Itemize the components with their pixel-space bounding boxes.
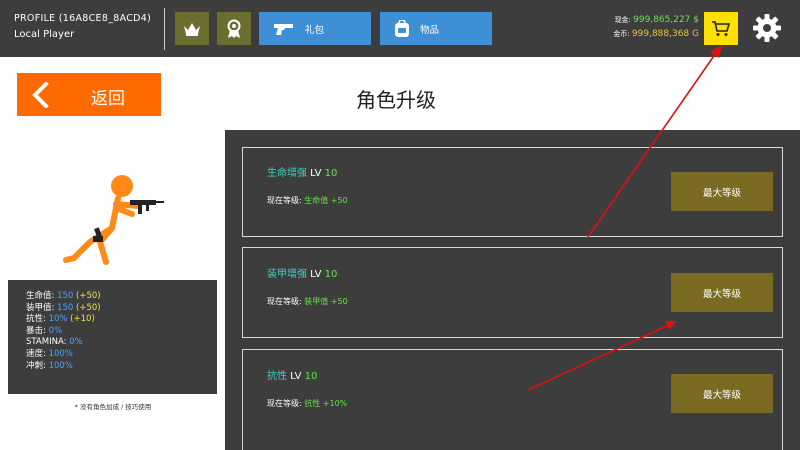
upgrade-desc: 现在等级: 装甲值 +50 (267, 297, 348, 306)
pistol-icon (274, 23, 293, 35)
upgrade-card-resistance: 抗性 LV 10 现在等级: 抗性 +10% 最大等级 (242, 349, 783, 450)
stats-panel: 生命值: 150 (+50) 装甲值: 150 (+50) 抗性: 10% (+… (8, 280, 217, 394)
upgrade-title: 抗性 LV 10 (267, 371, 318, 382)
backpack-icon (395, 19, 409, 37)
top-bar: PROFILE (16A8CE8_8ACD4) Local Player 礼包 (0, 0, 800, 57)
character-preview (63, 175, 164, 265)
page-title: 角色升级 (356, 88, 436, 112)
stat-row: 装甲值: 150 (+50) (26, 302, 101, 313)
cart-icon (712, 20, 730, 36)
stat-row: STAMINA: 0% (26, 337, 83, 348)
items-label: 物品 (420, 24, 440, 36)
gear-icon (753, 14, 781, 42)
stat-row: 生命值: 150 (+50) (26, 291, 101, 301)
achievements-button[interactable] (217, 12, 251, 45)
upgrade-list[interactable]: 生命增强 LV 10 现在等级: 生命值 +50 最大等级 装甲增强 LV 10… (225, 130, 800, 450)
player-name: Local Player (14, 29, 75, 40)
shop-cart-button[interactable] (704, 12, 738, 45)
crown-icon (184, 22, 200, 36)
back-button[interactable]: 返回 (17, 73, 161, 116)
cash-value: 999,865,227 $ (633, 15, 699, 25)
character-head (111, 175, 133, 197)
gold-label: 金币: (613, 30, 630, 38)
upgrade-desc: 现在等级: 生命值 +50 (267, 196, 348, 205)
max-level-button[interactable]: 最大等级 (671, 273, 773, 312)
gift-label: 礼包 (305, 24, 325, 36)
back-label: 返回 (91, 89, 125, 109)
cash-display: 现金: 999,865,227 $ (615, 15, 699, 25)
settings-button[interactable] (750, 11, 784, 45)
gift-button[interactable]: 礼包 (259, 12, 371, 45)
upgrade-screen: PROFILE (16A8CE8_8ACD4) Local Player 礼包 (0, 0, 800, 450)
upgrade-card-armor: 装甲增强 LV 10 现在等级: 装甲值 +50 最大等级 (242, 247, 783, 338)
upgrade-title: 装甲增强 LV 10 (267, 269, 338, 280)
upgrade-title: 生命增强 LV 10 (267, 168, 338, 179)
max-level-button[interactable]: 最大等级 (671, 374, 773, 413)
stat-row: 暴击: 0% (26, 325, 63, 336)
medal-icon (227, 19, 241, 38)
footnote: * 没有角色加成 / 技巧使用 (74, 403, 152, 411)
gold-value: 999,888,368 G (631, 29, 699, 39)
chevron-left-icon (32, 82, 49, 108)
stat-row: 冲刺: 100% (26, 360, 73, 371)
max-level-button[interactable]: 最大等级 (671, 172, 773, 211)
stat-row: 抗性: 10% (+10) (26, 314, 95, 325)
items-button[interactable]: 物品 (380, 12, 492, 45)
cash-label: 现金: (614, 16, 631, 24)
gold-display: 金币: 999,888,368 G (613, 29, 699, 39)
rank-button[interactable] (175, 12, 209, 45)
divider (164, 8, 165, 50)
upgrade-card-health: 生命增强 LV 10 现在等级: 生命值 +50 最大等级 (242, 147, 783, 237)
profile-name[interactable]: PROFILE (16A8CE8_8ACD4) (14, 13, 151, 24)
stat-row: 速度: 100% (26, 348, 73, 359)
upgrade-desc: 现在等级: 抗性 +10% (267, 399, 348, 408)
